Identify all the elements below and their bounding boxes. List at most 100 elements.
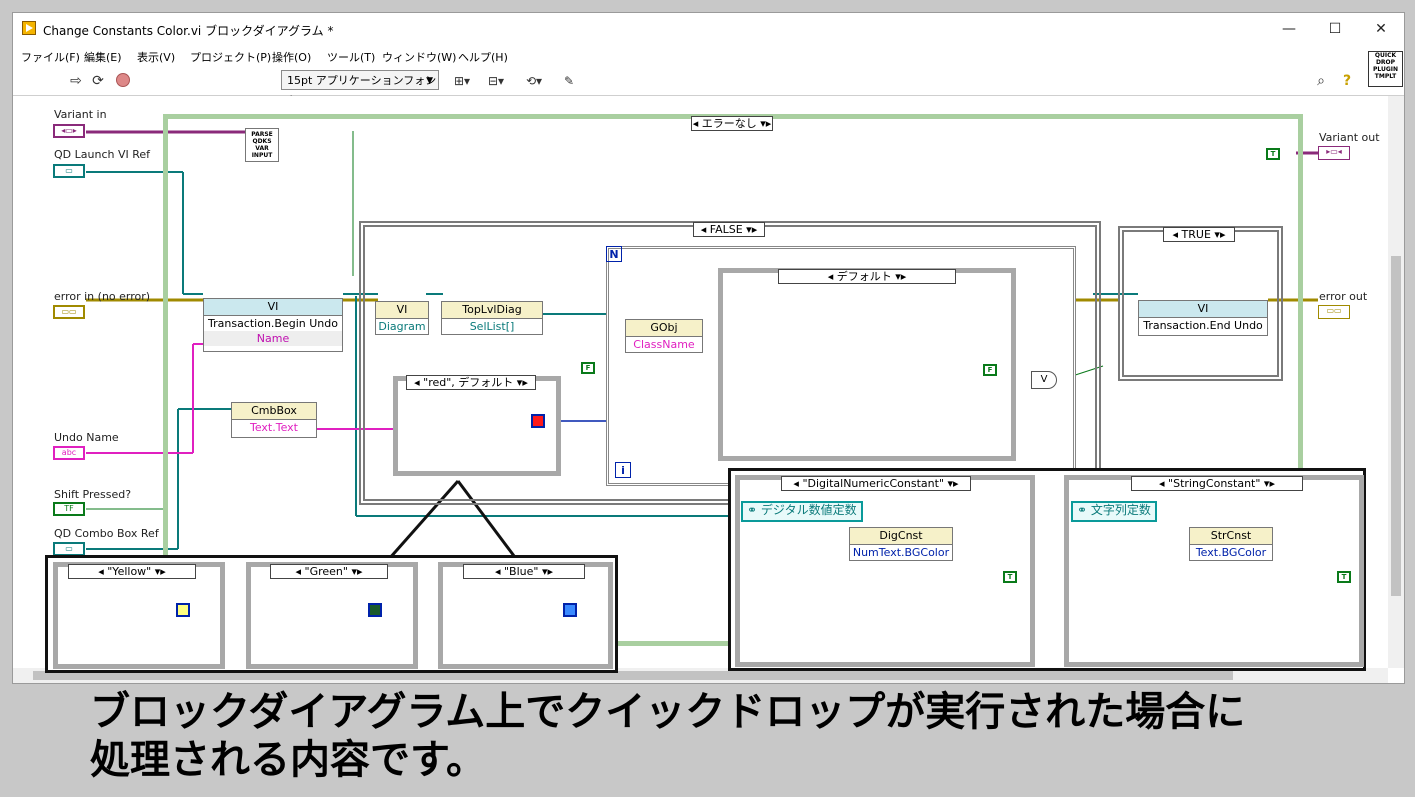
menu-project[interactable]: プロジェクト(P) (190, 49, 271, 65)
error-out-terminal[interactable]: ▭▭ (1318, 305, 1350, 319)
string-case-label: "StringConstant" (1168, 477, 1261, 490)
yellow-case-selector[interactable]: ◂ "Yellow" ▾▸ (68, 564, 196, 579)
digital-class-text: デジタル数値定数 (760, 503, 857, 517)
abort-icon[interactable] (116, 73, 130, 87)
digital-case-selector[interactable]: ◂ "DigitalNumericConstant" ▾▸ (781, 476, 971, 491)
loop-iteration-terminal[interactable]: i (615, 462, 631, 478)
close-button[interactable]: ✕ (1358, 13, 1404, 45)
outer-case-selector[interactable]: ◂ エラーなし ▾▸ (691, 116, 773, 131)
toplvl-property-node[interactable]: TopLvlDiag SelList[] (441, 301, 543, 335)
red-color-constant[interactable] (531, 414, 545, 428)
vi-property-node[interactable]: VI Diagram (375, 301, 429, 335)
loop-count-terminal[interactable]: N (606, 246, 622, 262)
yellow-color-constant[interactable] (176, 603, 190, 617)
blue-color-constant[interactable] (563, 603, 577, 617)
end-undo-method: Transaction.End Undo (1143, 319, 1263, 332)
end-undo-invoke-node[interactable]: VI Transaction.End Undo (1138, 300, 1268, 336)
window-title: Change Constants Color.vi ブロックダイアグラム * (43, 24, 334, 38)
title-bar: Change Constants Color.vi ブロックダイアグラム * —… (13, 13, 1404, 45)
menu-window[interactable]: ウィンドウ(W) (382, 49, 456, 65)
variant-out-label: Variant out (1319, 131, 1380, 144)
begin-undo-method: Transaction.Begin Undo (208, 317, 338, 330)
menu-view[interactable]: 表示(V) (137, 49, 175, 65)
parse-subvi-icon[interactable]: PARSE QDKS VAR INPUT (245, 128, 279, 162)
begin-undo-invoke-node[interactable]: VI Transaction.Begin Undo Name (203, 298, 343, 352)
green-color-constant[interactable] (368, 603, 382, 617)
menu-bar: ファイル(F) 編集(E) 表示(V) プロジェクト(P) 操作(O) ツール(… (13, 45, 1404, 67)
caption-line-2: 処理される内容です。 (90, 737, 486, 783)
digital-true-constant[interactable]: T (1003, 571, 1017, 583)
strcnst-head: StrCnst (1190, 528, 1272, 545)
true-case-label: TRUE (1181, 228, 1211, 241)
undo-name-terminal[interactable]: abc (53, 446, 85, 460)
digcnst-property-node[interactable]: DigCnst NumText.BGColor (849, 527, 953, 561)
error-out-label: error out (1319, 290, 1368, 303)
red-case-selector[interactable]: ◂ "red", デフォルト ▾▸ (406, 375, 536, 390)
distribute-objects-icon[interactable]: ⊟▾ (483, 72, 509, 90)
variant-in-terminal[interactable]: ◂▭▸ (53, 124, 85, 138)
string-case-selector[interactable]: ◂ "StringConstant" ▾▸ (1131, 476, 1303, 491)
begin-undo-head: VI (204, 299, 342, 316)
blue-case-selector[interactable]: ◂ "Blue" ▾▸ (463, 564, 585, 579)
run-arrow-icon[interactable]: ⇨ (67, 72, 85, 90)
run-continuously-icon[interactable]: ⟳ (89, 72, 107, 90)
vertical-scrollbar[interactable] (1388, 96, 1404, 668)
qd-launch-label: QD Launch VI Ref (54, 148, 151, 161)
zoom-left-cases: ◂ "Yellow" ▾▸ ◂ "Green" ▾▸ ◂ "Blue" ▾▸ (45, 555, 618, 673)
default-false-constant[interactable]: F (983, 364, 997, 376)
outer-case-label: エラーなし (701, 117, 757, 130)
red-case-label: "red", デフォルト (423, 376, 514, 389)
menu-tools[interactable]: ツール(T) (327, 49, 375, 65)
combo-ref-terminal[interactable]: ▭ (53, 542, 85, 556)
cleanup-diagram-icon[interactable]: ✎ (558, 72, 580, 90)
font-select[interactable]: 15pt アプリケーションフォント ▼ (281, 70, 439, 107)
toolbar: ⇨ ⟳ 15pt アプリケーションフォント ▼ ⊞▾ ⊟▾ ⟲▾ ✎ ⌕ ? (13, 67, 1404, 107)
help-icon[interactable]: ? (1338, 72, 1356, 90)
cmbbox-head: CmbBox (232, 403, 316, 420)
string-true-constant[interactable]: T (1337, 571, 1351, 583)
begin-undo-name-param: Name (204, 331, 342, 346)
minimize-button[interactable]: — (1266, 13, 1312, 45)
default-case-structure[interactable] (718, 268, 1016, 461)
digital-class-constant[interactable]: ⚭ デジタル数値定数 (741, 501, 863, 522)
shift-label: Shift Pressed? (54, 488, 132, 501)
false-case-label: FALSE (709, 223, 743, 236)
zoom-right-cases: ◂ "DigitalNumericConstant" ▾▸ ⚭ デジタル数値定数… (728, 468, 1366, 671)
gobj-head: GObj (626, 320, 702, 337)
menu-operate[interactable]: 操作(O) (272, 49, 311, 65)
shift-terminal[interactable]: TF (53, 502, 85, 516)
digcnst-bgcolor-prop: NumText.BGColor (852, 546, 950, 559)
default-case-selector[interactable]: ◂ デフォルト ▾▸ (778, 269, 956, 284)
green-case-selector[interactable]: ◂ "Green" ▾▸ (270, 564, 388, 579)
true-case-selector[interactable]: ◂ TRUE ▾▸ (1163, 227, 1235, 242)
vi-icon[interactable]: QUICK DROP PLUGIN TMPLT (1368, 51, 1403, 87)
menu-file[interactable]: ファイル(F) (21, 49, 80, 65)
caption: ブロックダイアグラム上でクイックドロップが実行された場合に 処理される内容です。 (90, 688, 1245, 784)
error-in-label: error in (no error) (54, 290, 151, 303)
true-constant[interactable]: T (1266, 148, 1280, 160)
vi-diagram-prop: Diagram (378, 320, 426, 333)
labview-app-icon (22, 21, 36, 35)
strcnst-property-node[interactable]: StrCnst Text.BGColor (1189, 527, 1273, 561)
cmbbox-property-node[interactable]: CmbBox Text.Text (231, 402, 317, 438)
error-in-terminal[interactable]: ▭▭ (53, 305, 85, 319)
string-class-constant[interactable]: ⚭ 文字列定数 (1071, 501, 1157, 522)
menu-help[interactable]: ヘルプ(H) (458, 49, 508, 65)
align-objects-icon[interactable]: ⊞▾ (449, 72, 475, 90)
gobj-property-node[interactable]: GObj ClassName (625, 319, 703, 353)
variant-out-terminal[interactable]: ▸▭◂ (1318, 146, 1350, 160)
gobj-classname-prop: ClassName (633, 338, 695, 351)
false-case-selector[interactable]: ◂ FALSE ▾▸ (693, 222, 765, 237)
maximize-button[interactable]: ☐ (1312, 13, 1358, 45)
search-icon[interactable]: ⌕ (1311, 72, 1331, 90)
vertical-scroll-thumb[interactable] (1391, 256, 1401, 596)
blue-case-label: "Blue" (504, 565, 539, 578)
false-constant[interactable]: F (581, 362, 595, 374)
menu-edit[interactable]: 編集(E) (84, 49, 122, 65)
or-gate[interactable]: V (1031, 371, 1057, 389)
reorder-icon[interactable]: ⟲▾ (521, 72, 547, 90)
yellow-case-label: "Yellow" (107, 565, 152, 578)
qd-launch-terminal[interactable]: ▭ (53, 164, 85, 178)
strcnst-bgcolor-prop: Text.BGColor (1195, 546, 1267, 559)
string-class-text: 文字列定数 (1090, 503, 1151, 517)
